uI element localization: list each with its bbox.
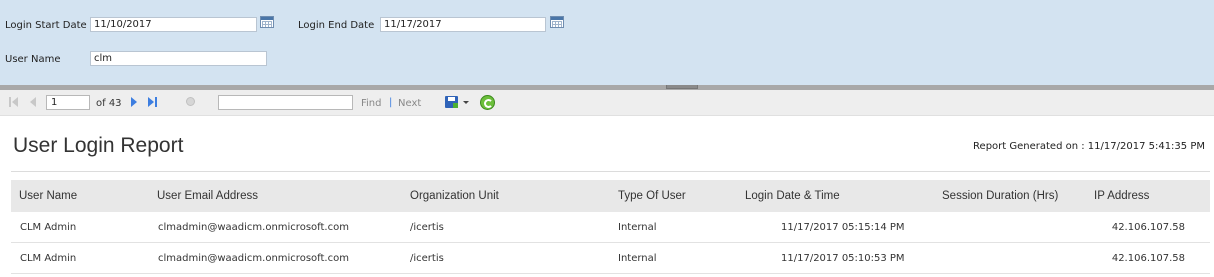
cell-user-type: Internal [618,253,657,264]
cell-user-email: clmadmin@waadicm.onmicrosoft.com [158,253,349,264]
user-name-label: User Name [5,54,61,65]
splitter-collapse-handle[interactable] [666,85,698,89]
column-header-user-email: User Email Address [157,190,258,202]
refresh-icon[interactable] [480,95,495,110]
current-page-input[interactable]: 1 [46,95,90,110]
login-end-date-label: Login End Date [298,20,375,31]
first-page-bar-icon [9,97,11,107]
user-name-input[interactable]: clm [90,51,267,66]
find-next-link[interactable]: Next [398,98,421,109]
login-end-date-calendar-icon[interactable] [550,16,564,28]
first-page-icon[interactable] [12,97,18,107]
column-header-user-type: Type Of User [618,190,686,202]
cell-org-unit: /icertis [410,222,444,233]
find-link[interactable]: Find [361,98,382,109]
table-row: CLM Admin clmadmin@waadicm.onmicrosoft.c… [11,243,1210,274]
cell-org-unit: /icertis [410,253,444,264]
cell-login-datetime: 11/17/2017 05:10:53 PM [781,253,905,264]
cell-user-name: CLM Admin [20,222,77,233]
total-pages-label: of 43 [96,98,122,109]
cell-ip-address: 42.106.107.58 [1111,253,1185,264]
report-parameters-panel: Login Start Date 11/10/2017 Login End Da… [0,0,1214,85]
column-header-org-unit: Organization Unit [410,190,499,202]
cell-user-name: CLM Admin [20,253,77,264]
cell-user-email: clmadmin@waadicm.onmicrosoft.com [158,222,349,233]
cell-user-type: Internal [618,222,657,233]
cell-login-datetime: 11/17/2017 05:15:14 PM [781,222,905,233]
report-toolbar: 1 of 43 Find | Next [0,90,1214,116]
find-text-input[interactable] [218,95,353,110]
cell-ip-address: 42.106.107.58 [1111,222,1185,233]
export-save-icon[interactable] [445,96,458,108]
last-page-bar-icon [155,97,157,107]
export-dropdown-caret-icon[interactable] [463,101,469,104]
report-generated-on: Report Generated on : 11/17/2017 5:41:35… [973,141,1205,152]
login-end-date-input[interactable]: 11/17/2017 [380,17,546,32]
login-start-date-label: Login Start Date [5,20,87,31]
report-title: User Login Report [13,134,184,157]
column-header-login-datetime: Login Date & Time [745,190,840,202]
previous-page-icon[interactable] [30,97,36,107]
report-table-header: User Name User Email Address Organizatio… [11,180,1210,212]
login-start-date-input[interactable]: 11/10/2017 [90,17,257,32]
column-header-user-name: User Name [19,190,78,202]
find-separator: | [389,97,393,108]
column-header-session-duration: Session Duration (Hrs) [942,190,1059,202]
table-row: CLM Admin clmadmin@waadicm.onmicrosoft.c… [11,212,1210,243]
column-header-ip-address: IP Address [1094,190,1150,202]
next-page-icon[interactable] [131,97,137,107]
login-start-date-calendar-icon[interactable] [260,16,274,28]
last-page-icon[interactable] [148,97,154,107]
back-to-parent-icon[interactable] [186,97,195,106]
title-divider [11,171,1210,172]
